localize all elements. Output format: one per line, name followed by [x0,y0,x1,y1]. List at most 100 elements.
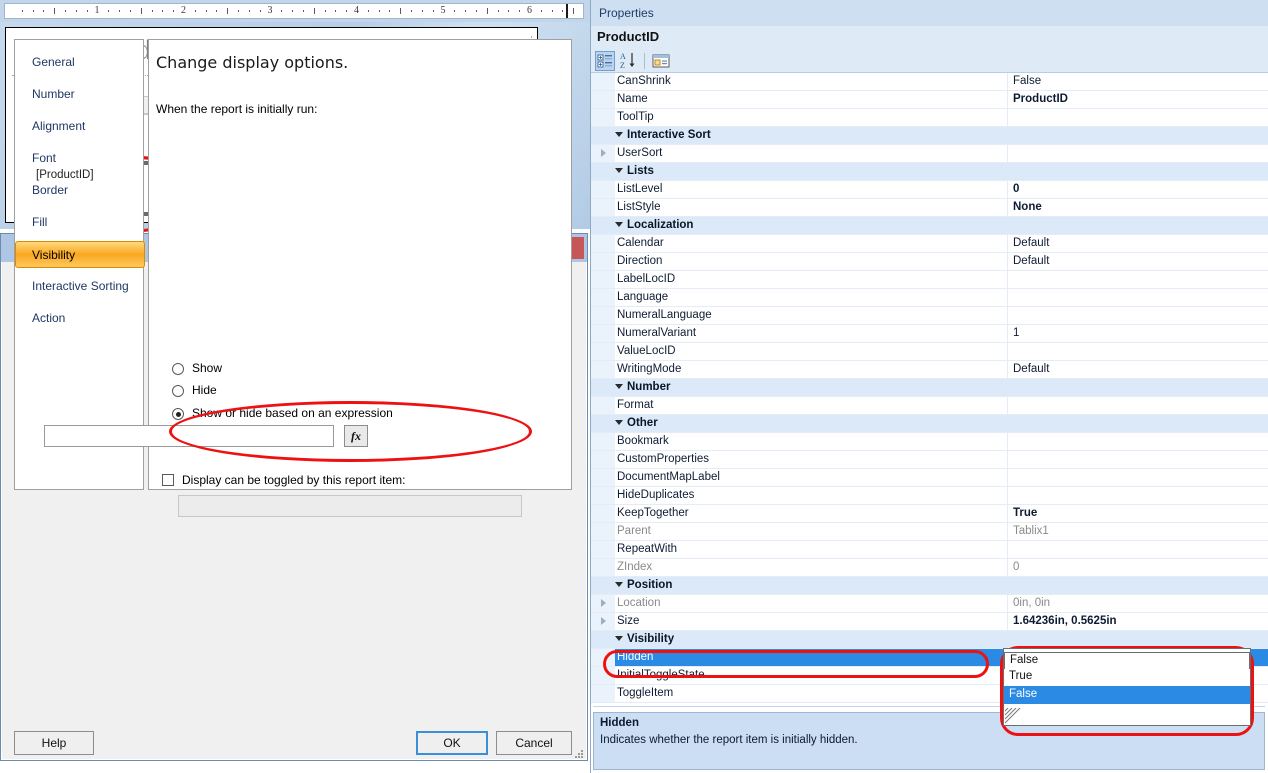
properties-column-splitter[interactable] [1007,109,1008,126]
nav-item-border[interactable]: Border [16,177,144,204]
help-button[interactable]: Help [14,731,94,755]
category-collapse-icon[interactable] [615,168,623,173]
properties-row[interactable]: NumeralVariant1 [591,325,1268,343]
dropdown-option-true[interactable]: True [1004,668,1250,686]
properties-category-row[interactable]: Number [591,379,1268,397]
properties-row[interactable]: HideDuplicates [591,487,1268,505]
property-value[interactable]: None [1007,201,1042,213]
category-collapse-icon[interactable] [615,222,623,227]
properties-column-splitter[interactable] [1007,451,1008,468]
property-value[interactable]: False [1007,75,1041,87]
dropdown-resize-grip[interactable] [1005,708,1025,724]
radio-expression-input[interactable] [172,408,184,420]
radio-hide-input[interactable] [172,385,184,397]
properties-category-row[interactable]: Position [591,577,1268,595]
toggle-item-select[interactable] [178,495,522,517]
expand-arrow-icon[interactable] [601,617,606,625]
properties-row[interactable]: WritingModeDefault [591,361,1268,379]
properties-row[interactable]: LabelLocID [591,271,1268,289]
properties-column-splitter[interactable] [1007,541,1008,558]
property-value[interactable]: Default [1007,255,1049,267]
properties-row[interactable]: RepeatWith [591,541,1268,559]
category-collapse-icon[interactable] [615,420,623,425]
properties-column-splitter[interactable] [1007,487,1008,504]
properties-column-splitter[interactable] [1007,271,1008,288]
expand-arrow-icon[interactable] [601,599,606,607]
expand-arrow-icon[interactable] [601,149,606,157]
property-pages-icon[interactable] [651,51,671,71]
properties-row[interactable]: CalendarDefault [591,235,1268,253]
properties-column-splitter[interactable] [1007,307,1008,324]
properties-column-splitter[interactable] [1007,397,1008,414]
category-label: Interactive Sort [627,129,711,141]
properties-column-splitter[interactable] [1007,343,1008,360]
properties-row[interactable]: ValueLocID [591,343,1268,361]
properties-row[interactable]: ToolTip [591,109,1268,127]
horizontal-ruler[interactable]: 123456 [0,0,590,22]
property-value[interactable]: Default [1007,237,1049,249]
properties-row[interactable]: UserSort [591,145,1268,163]
properties-category-row[interactable]: Other [591,415,1268,433]
ok-button[interactable]: OK [416,731,488,755]
properties-row[interactable]: NameProductID [591,91,1268,109]
property-value[interactable]: True [1007,507,1037,519]
ruler-tick [422,10,423,12]
properties-grid[interactable]: CanShrinkFalseNameProductIDToolTip Intera… [591,73,1268,705]
properties-column-splitter[interactable] [1007,289,1008,306]
properties-row[interactable]: ZIndex0 [591,559,1268,577]
nav-item-action[interactable]: Action [16,305,144,332]
categorized-view-icon[interactable] [595,51,615,71]
nav-item-alignment[interactable]: Alignment [16,113,144,140]
properties-row[interactable]: ListStyleNone [591,199,1268,217]
properties-row[interactable]: NumeralLanguage [591,307,1268,325]
dialog-resize-grip[interactable] [575,750,584,759]
properties-row-gutter [591,127,615,144]
properties-row[interactable]: Format [591,397,1268,415]
cancel-button[interactable]: Cancel [496,731,572,755]
category-collapse-icon[interactable] [615,582,623,587]
toggle-checkbox-input[interactable] [162,474,174,486]
property-value[interactable]: 1 [1007,327,1019,339]
properties-row[interactable]: Language [591,289,1268,307]
nav-item-interactive-sorting[interactable]: Interactive Sorting [16,273,144,300]
nav-item-number[interactable]: Number [16,81,144,108]
properties-column-splitter[interactable] [1007,469,1008,486]
property-value[interactable]: ProductID [1007,93,1068,105]
properties-row[interactable]: Location0in, 0in [591,595,1268,613]
nav-item-general[interactable]: General [16,49,144,76]
properties-category-row[interactable]: Localization [591,217,1268,235]
category-collapse-icon[interactable] [615,132,623,137]
properties-row[interactable]: ListLevel0 [591,181,1268,199]
property-value[interactable]: 0 [1007,183,1019,195]
category-collapse-icon[interactable] [615,636,623,641]
properties-row[interactable]: DirectionDefault [591,253,1268,271]
property-value[interactable]: 0 [1007,561,1019,573]
hidden-value-editor[interactable]: False [1004,652,1250,669]
ruler-tick [292,10,293,12]
properties-row[interactable]: Bookmark [591,433,1268,451]
property-value[interactable]: Tablix1 [1007,525,1049,537]
properties-row[interactable]: KeepTogetherTrue [591,505,1268,523]
alphabetical-sort-icon[interactable]: A Z [619,51,639,71]
properties-category-row[interactable]: Interactive Sort [591,127,1268,145]
property-value[interactable]: Default [1007,363,1049,375]
property-value[interactable]: 1.64236in, 0.5625in [1007,615,1117,627]
properties-category-row[interactable]: Lists [591,163,1268,181]
radio-show-input[interactable] [172,363,184,375]
properties-row-gutter [591,433,615,450]
properties-column-splitter[interactable] [1007,433,1008,450]
properties-row[interactable]: ParentTablix1 [591,523,1268,541]
ruler-tick [552,10,553,12]
properties-row[interactable]: CustomProperties [591,451,1268,469]
properties-column-splitter[interactable] [1007,145,1008,162]
nav-item-visibility[interactable]: Visibility [15,241,145,268]
properties-row[interactable]: Size1.64236in, 0.5625in [591,613,1268,631]
ruler-label: 5 [441,5,446,16]
properties-row[interactable]: DocumentMapLabel [591,469,1268,487]
nav-item-font[interactable]: Font [16,145,144,172]
dropdown-option-false[interactable]: False [1004,686,1250,704]
properties-row[interactable]: CanShrinkFalse [591,73,1268,91]
nav-item-fill[interactable]: Fill [16,209,144,236]
property-value[interactable]: 0in, 0in [1007,597,1050,609]
category-collapse-icon[interactable] [615,384,623,389]
